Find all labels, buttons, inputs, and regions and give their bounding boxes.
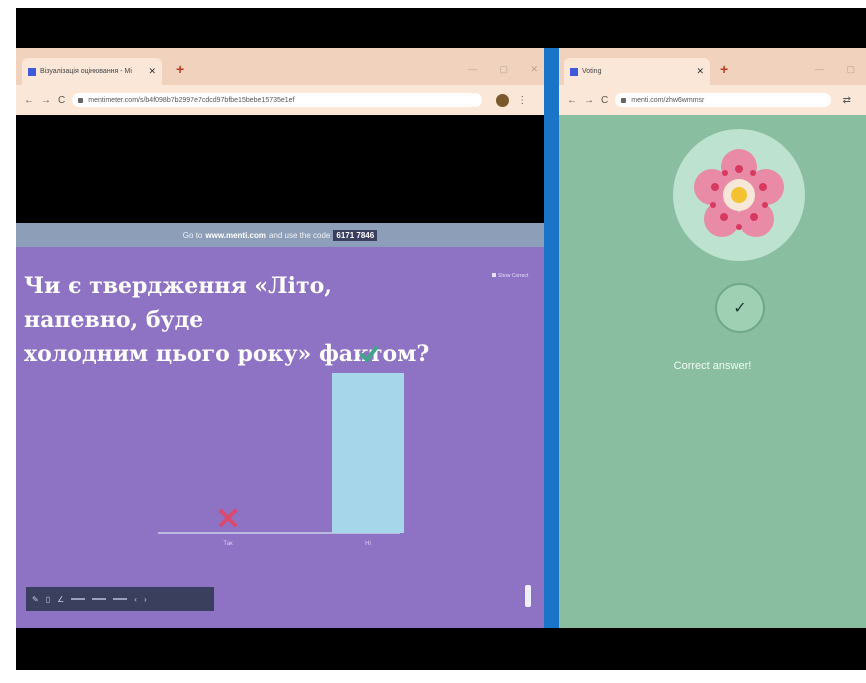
chart-tick-label-1: Ні [365, 541, 371, 547]
mentimeter-favicon-icon [28, 67, 36, 76]
left-url-text: mentimeter.com/s/b4f098b7b2997e7cdcd97bf… [88, 96, 295, 104]
presentation-slide: Чи є твердження «Літо, напевно, буде хол… [16, 247, 544, 628]
right-window-controls[interactable]: — ▢ [815, 64, 865, 75]
shape-icon[interactable] [92, 598, 107, 600]
checkmark-icon: ✓ [733, 300, 747, 317]
right-back-icon[interactable]: ← [567, 95, 577, 106]
pen-icon[interactable]: ✎ [32, 595, 39, 604]
chart-bar-1 [332, 373, 404, 533]
right-favicon-icon [570, 67, 578, 76]
chart-tick-label-0: Так [223, 541, 233, 547]
lock-icon [78, 97, 84, 103]
right-address-bar: ← → C menti.com/zhw6wmmsr ⇄ [559, 85, 866, 115]
top-letterbox [16, 8, 866, 48]
presenter-toolbar: ✎ ▯ ∠ ‹ › [26, 587, 214, 611]
participant-screen: ✓ Correct answer! [559, 115, 866, 628]
right-tab-title: Voting [582, 68, 602, 75]
right-reload-icon[interactable]: C [601, 95, 608, 106]
left-tab-title: Візуалізація оцінювання - Mi [40, 68, 132, 75]
right-new-tab-button[interactable]: + [720, 62, 728, 76]
back-icon[interactable]: ← [24, 95, 34, 106]
menu-kebab-icon[interactable]: ⋮ [517, 95, 527, 106]
results-bar-chart: Так Ні [158, 346, 404, 547]
text-icon[interactable] [113, 598, 128, 600]
next-icon[interactable]: › [144, 595, 147, 604]
left-video-black [16, 115, 544, 223]
right-url-field[interactable]: menti.com/zhw6wmmsr [615, 93, 831, 107]
banner-site: www.menti.com [205, 230, 266, 240]
left-new-tab-button[interactable]: + [176, 62, 184, 76]
join-code-banner: Go to www.menti.com and use the code 617… [16, 223, 544, 247]
right-tab-close-icon[interactable]: ✕ [696, 66, 704, 77]
right-forward-icon[interactable]: → [584, 95, 594, 106]
correct-marker-1 [360, 346, 378, 364]
correct-badge: ✓ [715, 283, 765, 333]
window-divider[interactable] [544, 48, 559, 628]
prev-icon[interactable]: ‹ [134, 595, 137, 604]
left-tab-close-icon[interactable]: ✕ [148, 66, 156, 77]
reload-icon[interactable]: C [58, 95, 65, 106]
banner-middle: and use the code [268, 230, 331, 240]
profile-avatar[interactable] [496, 93, 510, 107]
right-lock-icon [621, 97, 627, 103]
marker-icon[interactable]: ∠ [57, 595, 64, 604]
banner-code: 6171 7846 [333, 229, 378, 241]
flower-illustration [673, 129, 805, 261]
vote-counter-icon[interactable] [525, 585, 531, 607]
eraser-icon[interactable]: ▯ [46, 595, 50, 604]
correct-answer-text: Correct answer! [673, 360, 752, 372]
translate-icon[interactable]: ⇄ [843, 95, 851, 106]
wrong-marker-0 [219, 509, 237, 527]
left-browser-tab[interactable]: Візуалізація оцінювання - Mi ✕ [22, 58, 162, 85]
right-url-text: menti.com/zhw6wmmsr [631, 96, 705, 104]
bottom-letterbox [16, 628, 866, 670]
left-address-bar: ← → C mentimeter.com/s/b4f098b7b2997e7cd… [16, 85, 544, 115]
forward-icon[interactable]: → [41, 95, 51, 106]
banner-prefix: Go to [182, 230, 203, 240]
left-url-field[interactable]: mentimeter.com/s/b4f098b7b2997e7cdcd97bf… [72, 93, 483, 107]
left-window-controls[interactable]: — ▢ ✕ [468, 64, 548, 75]
line-icon[interactable] [71, 598, 86, 600]
right-browser-tab[interactable]: Voting ✕ [564, 58, 710, 85]
